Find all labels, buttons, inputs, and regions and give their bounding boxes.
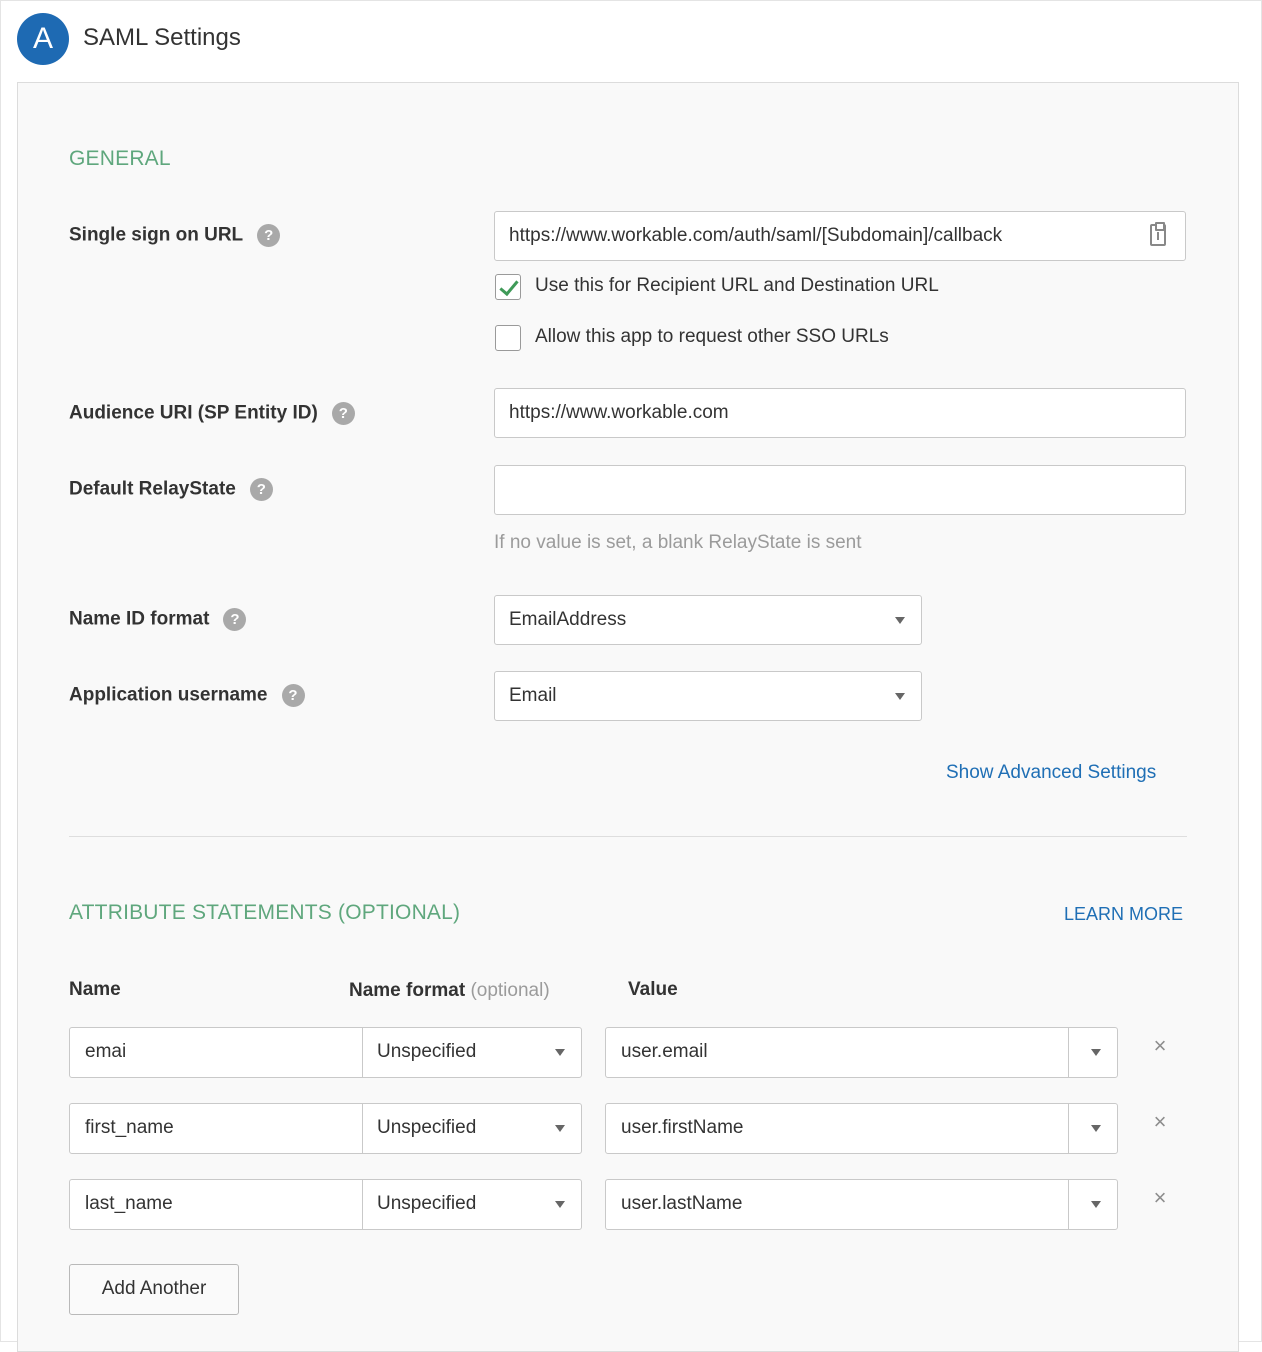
attribute-format-select[interactable]: Unspecified: [377, 1117, 476, 1139]
add-another-button[interactable]: Add Another: [69, 1264, 239, 1315]
remove-icon[interactable]: ×: [1150, 1109, 1170, 1135]
app-username-select[interactable]: Email: [494, 671, 922, 721]
name-id-format-label: Name ID format?: [69, 608, 247, 631]
cell-divider: [1068, 1104, 1069, 1153]
attribute-value-input[interactable]: user.email: [621, 1041, 708, 1063]
caret-down-icon[interactable]: [1091, 1125, 1101, 1132]
cell-divider: [1068, 1028, 1069, 1077]
attribute-name-input[interactable]: first_name: [85, 1117, 174, 1139]
attribute-format-select[interactable]: Unspecified: [377, 1193, 476, 1215]
app-username-selected: Email: [509, 685, 557, 706]
cell-divider: [1068, 1180, 1069, 1229]
section-divider: [69, 836, 1187, 837]
sso-url-label-text: Single sign on URL: [69, 224, 244, 246]
help-icon[interactable]: ?: [257, 224, 281, 247]
learn-more-link[interactable]: LEARN MORE: [1064, 904, 1183, 925]
attribute-statements-title: ATTRIBUTE STATEMENTS (OPTIONAL): [69, 901, 461, 924]
name-id-format-label-text: Name ID format: [69, 608, 210, 630]
cell-divider: [362, 1104, 363, 1153]
column-header-name: Name: [69, 979, 121, 1000]
general-section-title: GENERAL: [69, 147, 171, 170]
app-logo: A: [17, 13, 69, 65]
caret-down-icon[interactable]: [1091, 1201, 1101, 1208]
show-advanced-settings-link[interactable]: Show Advanced Settings: [946, 762, 1156, 784]
attribute-row-2-name-format-group: first_name Unspecified: [69, 1103, 582, 1154]
relay-state-input[interactable]: [494, 465, 1186, 515]
attribute-row-1-value-group: user.email: [605, 1027, 1118, 1078]
clipboard-icon[interactable]: [1150, 222, 1166, 246]
attribute-row-1-name-format-group: emai Unspecified: [69, 1027, 582, 1078]
relay-state-hint: If no value is set, a blank RelayState i…: [494, 532, 862, 553]
sso-url-value: https://www.workable.com/auth/saml/[Subd…: [509, 225, 1003, 246]
checkmark-icon: [499, 275, 519, 297]
attribute-value-input[interactable]: user.lastName: [621, 1193, 742, 1215]
audience-uri-label-text: Audience URI (SP Entity ID): [69, 402, 318, 424]
caret-down-icon: [895, 617, 905, 624]
relay-state-label-text: Default RelayState: [69, 478, 236, 500]
caret-down-icon[interactable]: [555, 1049, 565, 1056]
audience-uri-value: https://www.workable.com: [509, 402, 729, 423]
remove-icon[interactable]: ×: [1150, 1033, 1170, 1059]
recipient-url-checkbox[interactable]: [495, 274, 521, 300]
audience-uri-input[interactable]: https://www.workable.com: [494, 388, 1186, 438]
column-header-name-format: Name format (optional): [349, 980, 550, 1002]
sso-url-input[interactable]: https://www.workable.com/auth/saml/[Subd…: [494, 211, 1186, 261]
caret-down-icon[interactable]: [555, 1201, 565, 1208]
column-header-optional: (optional): [470, 980, 550, 1001]
caret-down-icon[interactable]: [555, 1125, 565, 1132]
caret-down-icon[interactable]: [1091, 1049, 1101, 1056]
attribute-value-input[interactable]: user.firstName: [621, 1117, 743, 1139]
other-sso-checkbox-label: Allow this app to request other SSO URLs: [535, 326, 889, 347]
attribute-row-3-value-group: user.lastName: [605, 1179, 1118, 1230]
cell-divider: [362, 1028, 363, 1077]
name-id-format-selected: EmailAddress: [509, 609, 627, 630]
app-username-label: Application username?: [69, 684, 305, 707]
page-title: SAML Settings: [83, 24, 241, 51]
recipient-url-checkbox-label: Use this for Recipient URL and Destinati…: [535, 275, 939, 296]
app-username-label-text: Application username: [69, 684, 268, 706]
attribute-name-input[interactable]: emai: [85, 1041, 126, 1063]
help-icon[interactable]: ?: [281, 684, 305, 707]
attribute-format-select[interactable]: Unspecified: [377, 1041, 476, 1063]
attribute-row-2-value-group: user.firstName: [605, 1103, 1118, 1154]
attribute-name-input[interactable]: last_name: [85, 1193, 173, 1215]
audience-uri-label: Audience URI (SP Entity ID)?: [69, 402, 355, 425]
column-header-name-format-text: Name format: [349, 980, 466, 1001]
cell-divider: [362, 1180, 363, 1229]
name-id-format-select[interactable]: EmailAddress: [494, 595, 922, 645]
help-icon[interactable]: ?: [331, 402, 355, 425]
relay-state-label: Default RelayState?: [69, 478, 273, 501]
other-sso-checkbox[interactable]: [495, 325, 521, 351]
remove-icon[interactable]: ×: [1150, 1185, 1170, 1211]
help-icon[interactable]: ?: [223, 608, 247, 631]
caret-down-icon: [895, 693, 905, 700]
help-icon[interactable]: ?: [249, 478, 273, 501]
attribute-row-3-name-format-group: last_name Unspecified: [69, 1179, 582, 1230]
column-header-value: Value: [628, 979, 678, 1000]
sso-url-label: Single sign on URL?: [69, 224, 281, 247]
